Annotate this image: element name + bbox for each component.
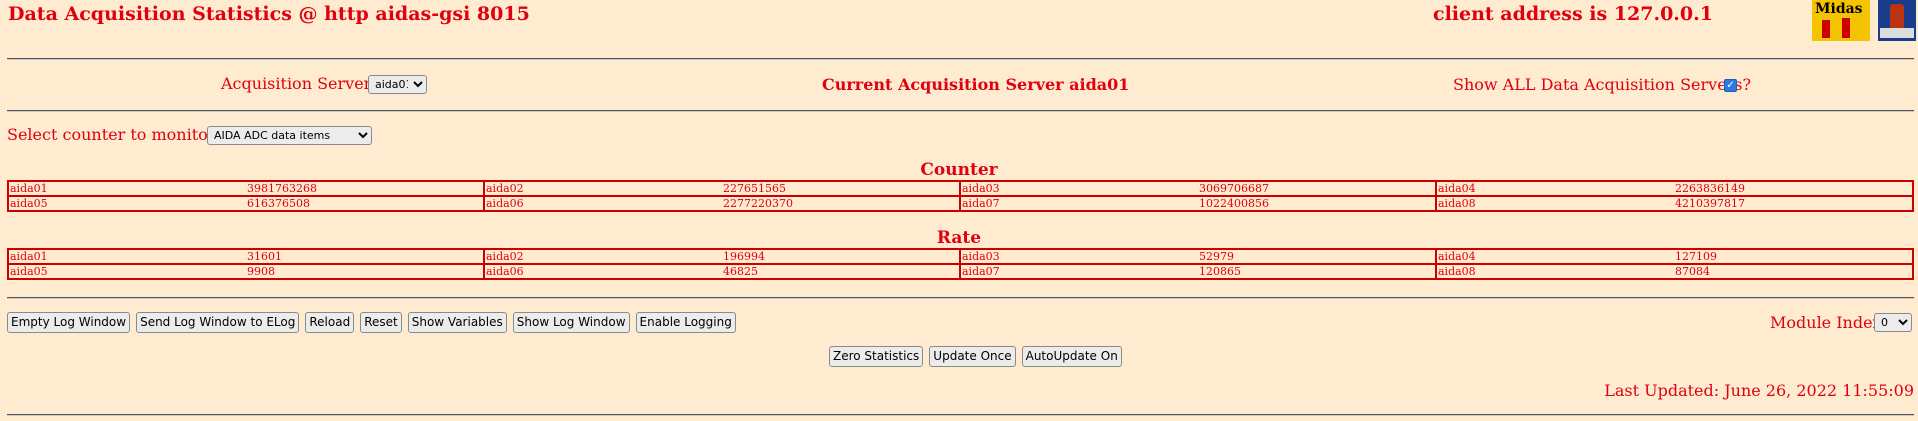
autoupdate-button[interactable]: AutoUpdate On xyxy=(1021,346,1122,367)
server-name: aida07 xyxy=(959,195,1198,212)
counter-value: 1022400856 xyxy=(1198,195,1437,212)
rate-value: 120865 xyxy=(1198,263,1437,280)
counter-table: aida01 3981763268 aida02 227651565 aida0… xyxy=(7,180,1914,212)
server-name: aida06 xyxy=(483,263,722,280)
counter-title: Counter xyxy=(920,160,998,180)
show-variables-button[interactable]: Show Variables xyxy=(407,312,507,333)
acquisition-servers-label: Acquisition Servers xyxy=(221,74,380,93)
table-row: aida01 31601 aida02 196994 aida03 52979 … xyxy=(7,248,1914,265)
log-toolbar: Empty Log Window Send Log Window to ELog… xyxy=(7,312,736,333)
server-name: aida05 xyxy=(7,195,246,212)
reset-button[interactable]: Reset xyxy=(360,312,402,333)
server-name: aida06 xyxy=(483,195,722,212)
server-name: aida07 xyxy=(959,263,1198,280)
divider xyxy=(7,58,1914,60)
counter-value: 2277220370 xyxy=(722,195,961,212)
svg-text:Midas: Midas xyxy=(1815,1,1863,17)
server-name: aida05 xyxy=(7,263,246,280)
rate-table: aida01 31601 aida02 196994 aida03 52979 … xyxy=(7,248,1914,280)
counter-value: 4210397817 xyxy=(1674,195,1914,212)
show-all-servers-checkbox[interactable]: ✓ xyxy=(1724,79,1737,92)
current-server-label: Current Acquisition Server aida01 xyxy=(822,75,1130,94)
show-log-window-button[interactable]: Show Log Window xyxy=(512,312,630,333)
zero-statistics-button[interactable]: Zero Statistics xyxy=(829,346,924,367)
divider xyxy=(7,297,1914,299)
table-row: aida01 3981763268 aida02 227651565 aida0… xyxy=(7,180,1914,197)
counter-value: 227651565 xyxy=(722,180,961,197)
select-counter-label: Select counter to monitor xyxy=(7,125,216,144)
table-row: aida05 9908 aida06 46825 aida07 120865 a… xyxy=(7,263,1914,280)
last-updated: Last Updated: June 26, 2022 11:55:09 xyxy=(1604,381,1914,400)
server-name: aida08 xyxy=(1435,263,1674,280)
counter-value: 2263836149 xyxy=(1674,180,1914,197)
counter-value: 616376508 xyxy=(246,195,485,212)
reload-button[interactable]: Reload xyxy=(305,312,355,333)
server-name: aida03 xyxy=(959,180,1198,197)
rate-value: 52979 xyxy=(1198,248,1437,265)
counter-value: 3069706687 xyxy=(1198,180,1437,197)
server-name: aida04 xyxy=(1435,248,1674,265)
update-once-button[interactable]: Update Once xyxy=(929,346,1016,367)
divider xyxy=(7,414,1914,416)
rate-value: 87084 xyxy=(1674,263,1914,280)
client-address: client address is 127.0.0.1 xyxy=(1433,3,1713,25)
stats-toolbar: Zero Statistics Update Once AutoUpdate O… xyxy=(829,346,1122,367)
midas-logo: Midas xyxy=(1812,0,1916,41)
server-name: aida02 xyxy=(483,248,722,265)
server-name: aida01 xyxy=(7,248,246,265)
server-name: aida01 xyxy=(7,180,246,197)
module-index-select[interactable]: 0 xyxy=(1874,313,1912,332)
server-name: aida03 xyxy=(959,248,1198,265)
server-name: aida02 xyxy=(483,180,722,197)
counter-select[interactable]: AIDA ADC data items xyxy=(207,126,372,145)
module-index-label: Module Index xyxy=(1770,313,1882,332)
divider xyxy=(7,110,1914,112)
rate-value: 46825 xyxy=(722,263,961,280)
rate-value: 196994 xyxy=(722,248,961,265)
empty-log-window-button[interactable]: Empty Log Window xyxy=(7,312,131,333)
server-name: aida04 xyxy=(1435,180,1674,197)
rate-value: 9908 xyxy=(246,263,485,280)
acquisition-server-select[interactable]: aida01 xyxy=(368,75,427,94)
enable-logging-button[interactable]: Enable Logging xyxy=(635,312,736,333)
show-all-servers-label: Show ALL Data Acquisition Servers? xyxy=(1453,75,1752,94)
send-log-to-elog-button[interactable]: Send Log Window to ELog xyxy=(136,312,300,333)
server-name: aida08 xyxy=(1435,195,1674,212)
table-row: aida05 616376508 aida06 2277220370 aida0… xyxy=(7,195,1914,212)
rate-title: Rate xyxy=(936,228,982,248)
rate-value: 31601 xyxy=(246,248,485,265)
page-title: Data Acquisition Statistics @ http aidas… xyxy=(8,3,530,25)
counter-value: 3981763268 xyxy=(246,180,485,197)
rate-value: 127109 xyxy=(1674,248,1914,265)
